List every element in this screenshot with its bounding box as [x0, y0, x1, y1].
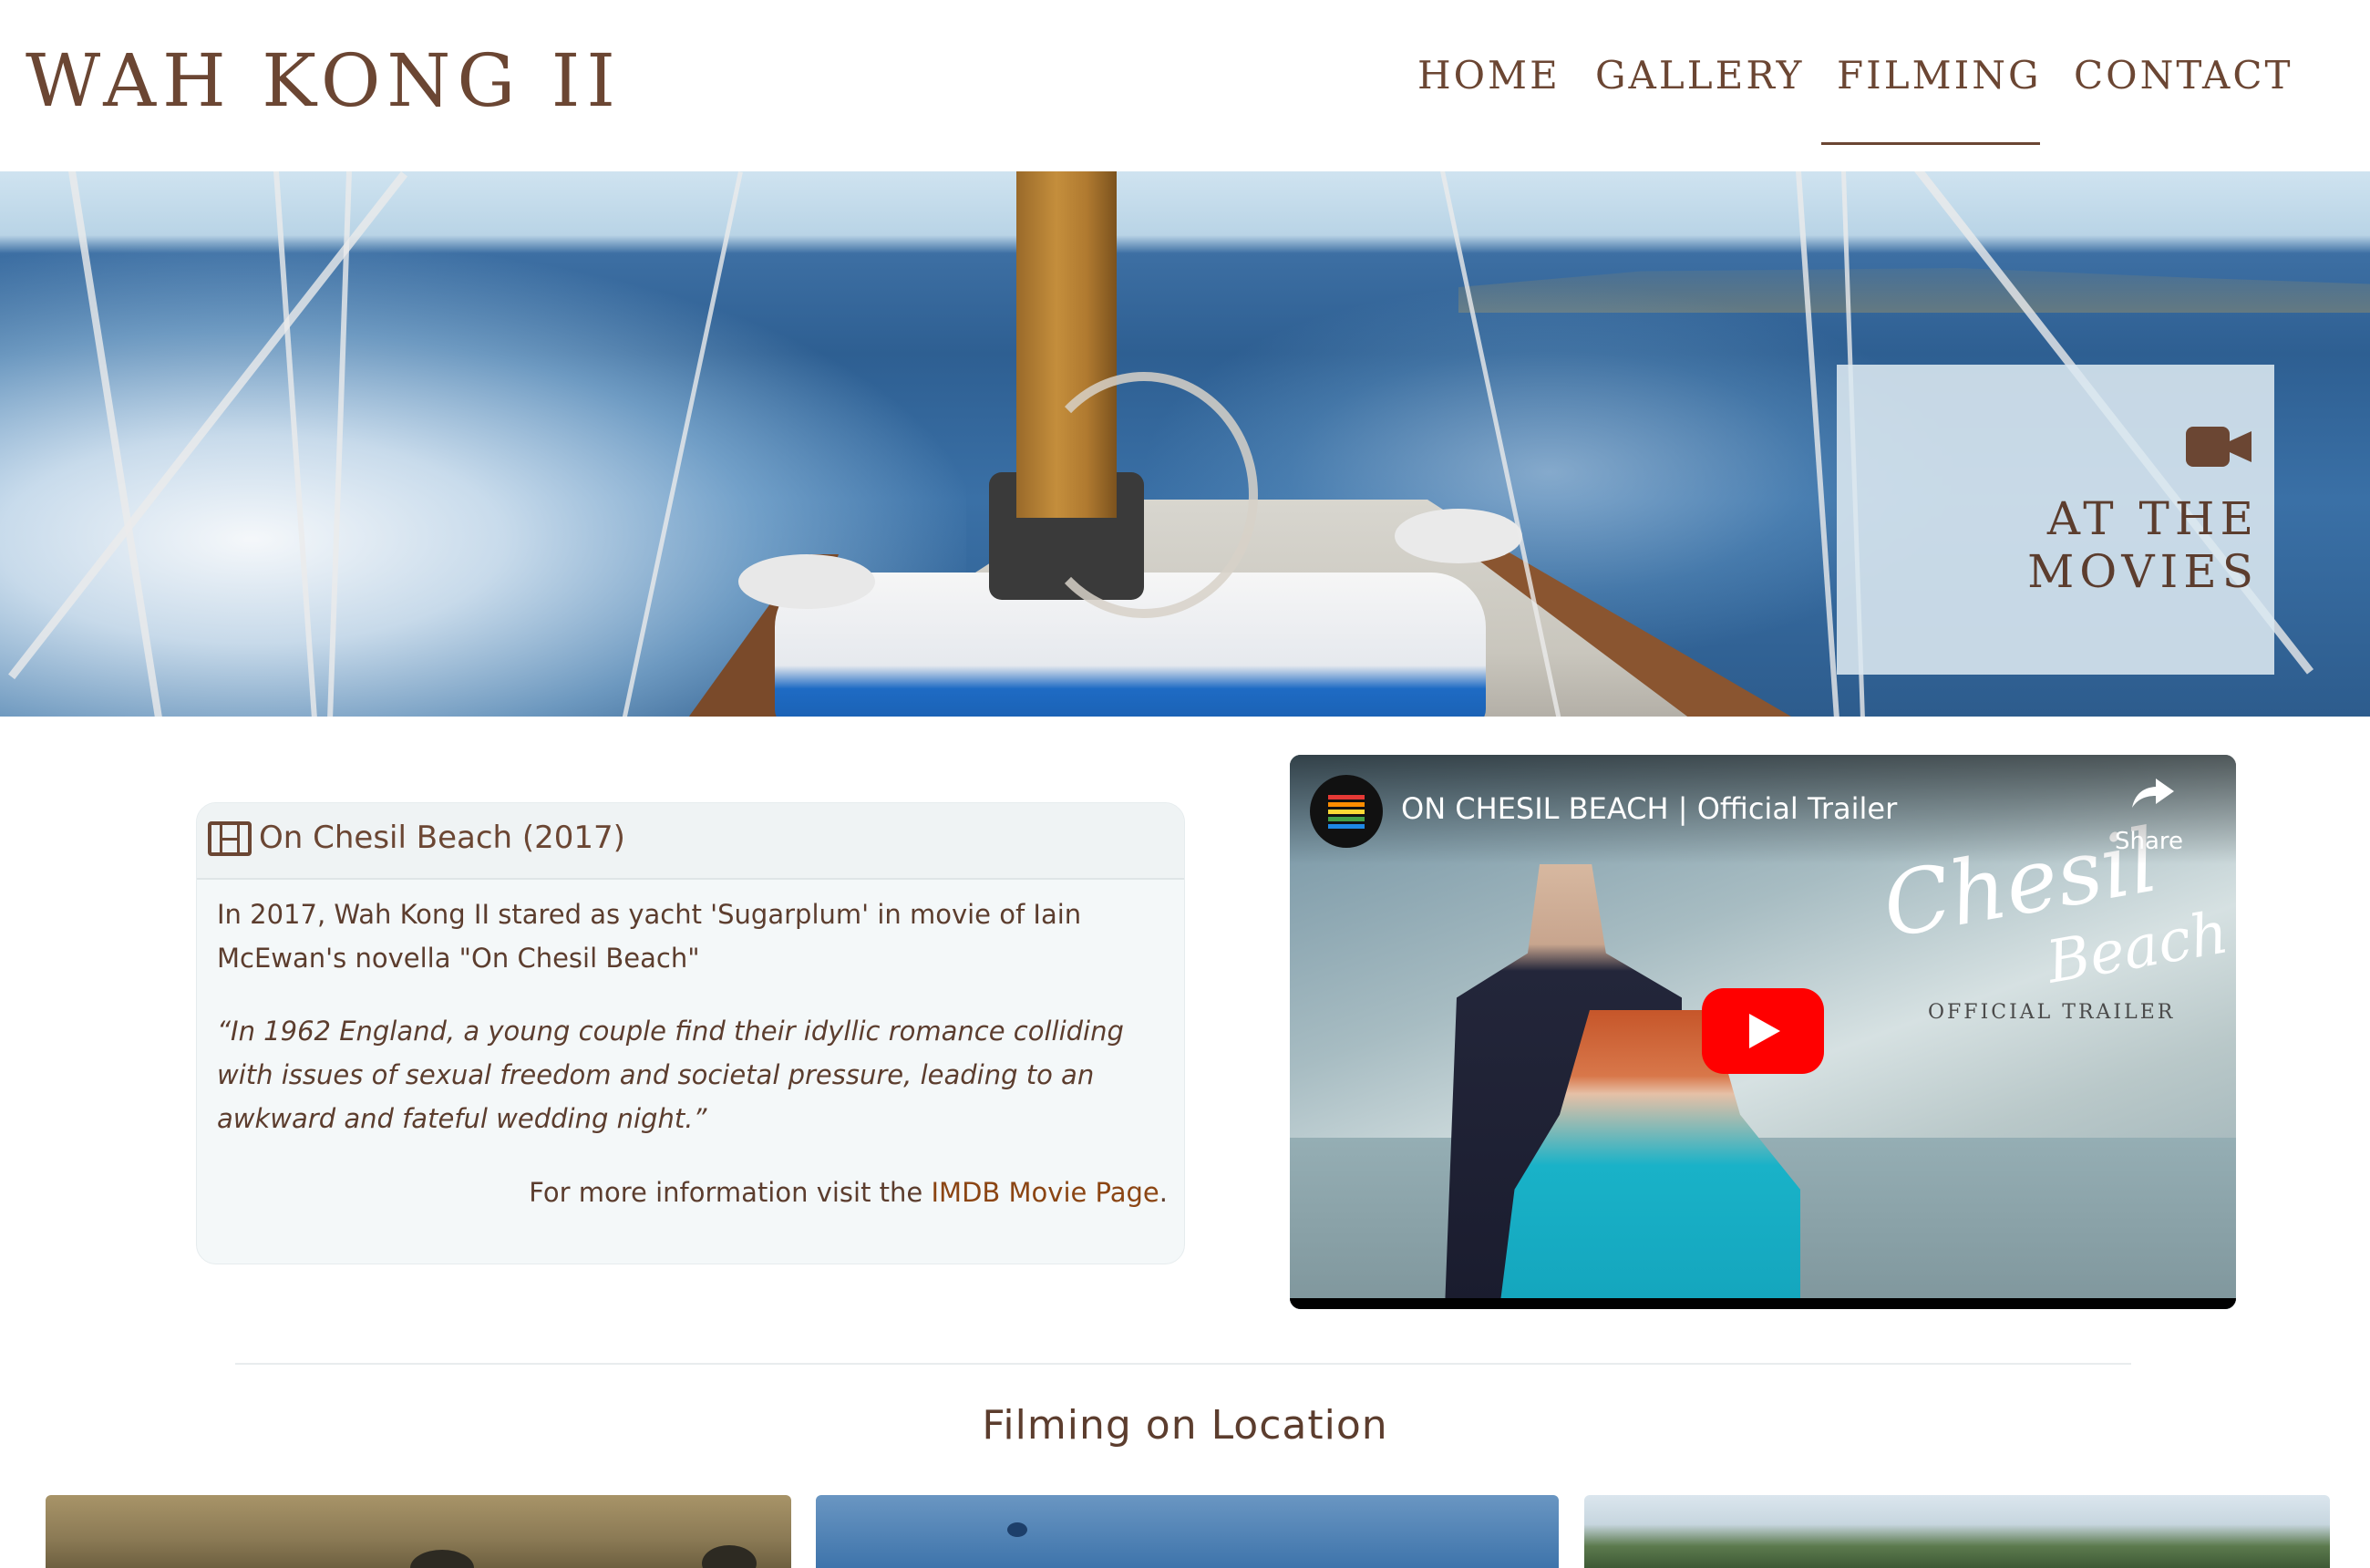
location-photo-3[interactable] [1584, 1495, 2330, 1568]
youtube-embed[interactable]: Chesil Beach OFFICIAL TRAILER ON CHESIL … [1290, 755, 2236, 1309]
movie-title: On Chesil Beach (2017) [259, 820, 625, 856]
nav-contact[interactable]: CONTACT [2074, 53, 2293, 98]
hero-winch-right [1395, 509, 1522, 563]
section-divider [235, 1363, 2131, 1365]
hero-rope [1030, 372, 1258, 618]
movie-more-info: For more information visit the IMDB Movi… [529, 1177, 1168, 1208]
nav-home[interactable]: HOME [1417, 53, 1561, 98]
more-info-prefix: For more information visit the [529, 1177, 932, 1208]
filming-location-heading: Filming on Location [982, 1402, 1388, 1449]
video-bottom-bar [1290, 1298, 2236, 1309]
hero-overlay-line2: MOVIES [2027, 545, 2259, 598]
nav-active-indicator [1821, 142, 2040, 145]
video-camera-icon [2186, 424, 2252, 469]
more-info-suffix: . [1159, 1177, 1168, 1208]
movie-info-card: On Chesil Beach (2017) In 2017, Wah Kong… [196, 802, 1185, 1264]
main-nav: HOME GALLERY FILMING CONTACT [0, 53, 2370, 162]
movie-description: In 2017, Wah Kong II stared as yacht 'Su… [217, 899, 1082, 974]
location-photo-2[interactable] [816, 1495, 1559, 1568]
share-icon[interactable] [2127, 775, 2181, 811]
hero-winch-left [738, 554, 875, 609]
video-title[interactable]: ON CHESIL BEACH | Official Trailer [1401, 791, 1897, 826]
movie-quote: “In 1962 England, a young couple find th… [217, 1016, 1124, 1134]
nav-filming[interactable]: FILMING [1837, 53, 2042, 98]
hero-overlay-line1: AT THE [2046, 492, 2259, 545]
share-label[interactable]: Share [2115, 828, 2183, 855]
film-icon [208, 821, 252, 856]
play-icon [1749, 1014, 1780, 1048]
nav-gallery[interactable]: GALLERY [1595, 53, 1804, 98]
movie-card-header: On Chesil Beach (2017) [197, 803, 1184, 880]
hero-overlay-heading: AT THE MOVIES [1837, 492, 2259, 598]
channel-avatar[interactable] [1310, 775, 1383, 848]
play-button[interactable] [1702, 988, 1824, 1074]
site-header: WAH KONG II HOME GALLERY FILMING CONTACT [0, 0, 2370, 171]
imdb-link[interactable]: IMDB Movie Page [932, 1177, 1159, 1208]
poster-subtitle: OFFICIAL TRAILER [1928, 1001, 2176, 1024]
location-photo-1[interactable] [46, 1495, 791, 1568]
